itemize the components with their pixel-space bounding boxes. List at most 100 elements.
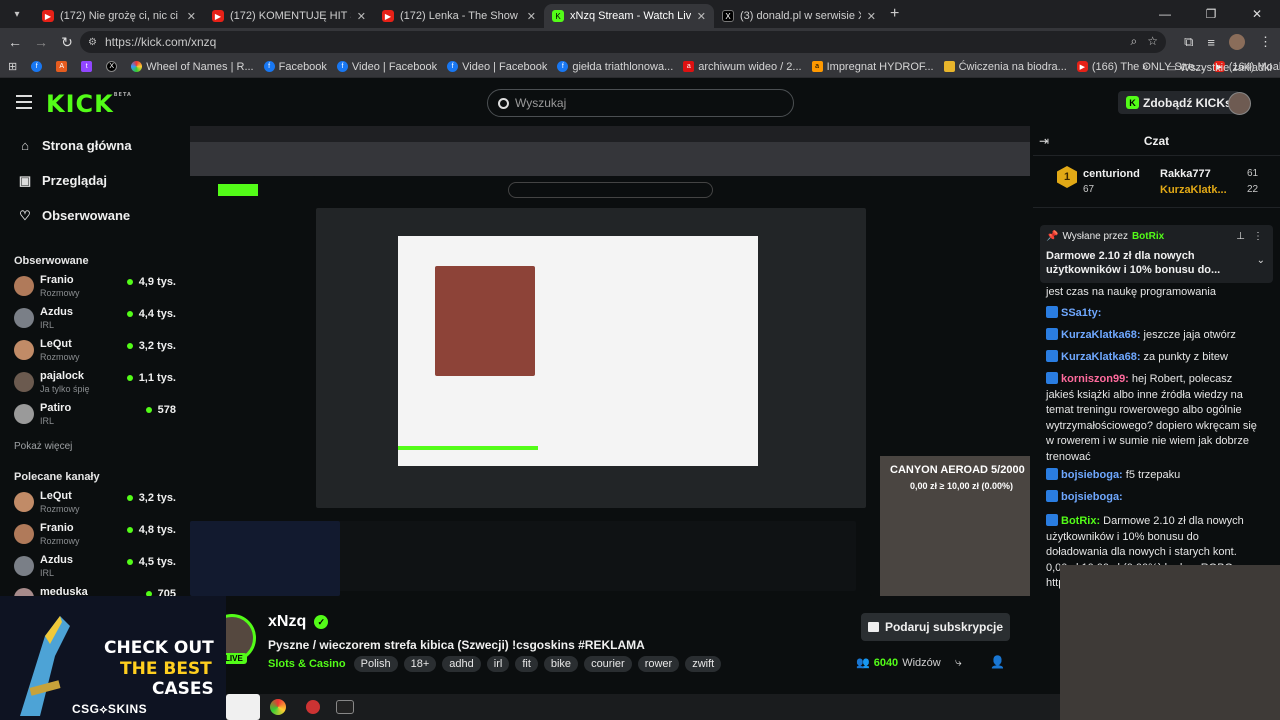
back-icon[interactable]: ← xyxy=(2,34,28,50)
address-bar[interactable]: ⚙ https://kick.com/xnzq ⌕ ☆ xyxy=(80,31,1166,53)
gift-subscription-button[interactable]: Podaruj subskrypcje xyxy=(861,613,1010,641)
streamer-name[interactable]: xNzq ✓ xyxy=(268,613,329,631)
forward-icon[interactable]: → xyxy=(28,34,54,50)
bookmark[interactable]: f Video | Facebook xyxy=(447,61,547,73)
site-info-icon[interactable]: ⚙ xyxy=(88,37,97,48)
stream-tag[interactable]: zwift xyxy=(685,656,722,672)
close-window-icon[interactable]: ✕ xyxy=(1234,0,1280,28)
sidebar-channel[interactable]: pajalock Ja tylko śpię 1,1 tys. xyxy=(0,367,188,399)
stream-tag[interactable]: adhd xyxy=(442,656,481,672)
chat-username[interactable]: korniszon99: xyxy=(1061,373,1129,385)
bookmark[interactable]: A xyxy=(56,61,71,72)
leader-first-name[interactable]: centuriond xyxy=(1083,168,1140,180)
sidebar-channel[interactable]: Patiro IRL 578 xyxy=(0,399,188,431)
media-icon[interactable]: ≡ xyxy=(1207,35,1215,50)
show-more-link[interactable]: Pokaż więcej xyxy=(0,437,188,457)
follow-user-icon[interactable]: 👤 xyxy=(990,655,1005,669)
heart-icon: ♡ xyxy=(19,207,31,223)
channel-viewers: 4,5 tys. xyxy=(126,556,176,568)
close-tab-icon[interactable]: ✕ xyxy=(187,10,196,23)
chat-username[interactable]: BotRix: xyxy=(1061,515,1100,527)
sidebar-channel[interactable]: Franio Rozmowy 4,8 tys. xyxy=(0,519,188,551)
browser-tab[interactable]: ▶ (172) Nie grożę ci, nic ci nie zro ✕ xyxy=(34,4,204,28)
apps-icon[interactable]: ⊞ xyxy=(8,60,17,73)
menu-icon[interactable]: ⋮ xyxy=(1259,34,1272,50)
stream-tag[interactable]: bike xyxy=(543,656,579,672)
chat-username[interactable]: bojsieboga: xyxy=(1061,491,1123,503)
bookmark[interactable]: a Impregnat HYDROF... xyxy=(811,61,934,73)
sidebar-channel[interactable]: LeQut Rozmowy 3,2 tys. xyxy=(0,487,188,519)
stream-tag[interactable]: fit xyxy=(515,656,538,672)
new-tab-icon[interactable]: + xyxy=(890,5,899,23)
get-kicks-button[interactable]: K Zdobądź KICKs xyxy=(1118,91,1240,114)
close-tab-icon[interactable]: ✕ xyxy=(867,10,876,23)
sidebar-channel[interactable]: Azdus IRL 4,5 tys. xyxy=(0,551,188,583)
minimize-icon[interactable]: — xyxy=(1142,0,1188,28)
chevron-down-icon[interactable]: ⌄ xyxy=(1257,255,1265,266)
close-tab-icon[interactable]: ✕ xyxy=(697,10,706,23)
leader-second-name[interactable]: Rakka777 xyxy=(1160,168,1211,180)
sidebar-channel[interactable]: LeQut Rozmowy 3,2 tys. xyxy=(0,335,188,367)
hamburger-menu-icon[interactable] xyxy=(16,95,32,113)
stream-tag[interactable]: Polish xyxy=(353,656,398,672)
more-options-icon[interactable]: ⋮ xyxy=(1253,231,1263,242)
kick-logo[interactable]: KICKBETA xyxy=(46,90,132,118)
bookmark-star-icon[interactable]: ☆ xyxy=(1147,34,1158,49)
bookmark[interactable]: X xyxy=(106,61,121,72)
bookmark[interactable]: f xyxy=(31,61,46,72)
share-icon[interactable]: ⤷ xyxy=(955,655,962,670)
pinned-message[interactable]: 📌 Wysłane przez BotRix Darmowe 2.10 zł d… xyxy=(1040,225,1273,283)
user-avatar[interactable] xyxy=(1228,92,1251,115)
browser-tab-active[interactable]: K xNzq Stream - Watch Live on K ✕ xyxy=(544,4,714,28)
stream-tag[interactable]: rower xyxy=(637,656,680,672)
chat-username[interactable]: KurzaKlatka68: xyxy=(1061,329,1140,341)
captured-address-bar xyxy=(190,142,1030,160)
chat-username[interactable]: bojsieboga: xyxy=(1061,469,1123,481)
bookmark[interactable]: f Video | Facebook xyxy=(336,61,437,73)
browser-tab[interactable]: ▶ (172) KOMENTUJĘ HIT 3 LIGI. S ✕ xyxy=(204,4,374,28)
channel-viewers: 4,9 tys. xyxy=(126,276,176,288)
bookmark[interactable]: t xyxy=(81,61,96,72)
all-bookmarks-folder[interactable]: ▭ Wszystkie zakładki xyxy=(1166,61,1272,74)
unpin-icon[interactable]: ⊥ xyxy=(1236,231,1245,242)
captured-tweet-image xyxy=(435,266,535,376)
reload-icon[interactable]: ↻ xyxy=(54,34,80,51)
sidebar-channel[interactable]: Azdus IRL 4,4 tys. xyxy=(0,303,188,335)
leader-third-name[interactable]: KurzaKlatk... xyxy=(1160,184,1227,196)
chat-text: jeszcze jaja otwórz xyxy=(1140,329,1236,341)
browser-tab[interactable]: ▶ (172) Lenka - The Show (New V ✕ xyxy=(374,4,544,28)
chat-text: jest czas na naukę programowania xyxy=(1046,286,1216,298)
csgoskins-ad[interactable]: CHECK OUT THE BEST CASES CSG⟡SKINS xyxy=(0,596,226,720)
chat-username[interactable]: KurzaKlatka68: xyxy=(1061,351,1140,363)
live-dot-icon xyxy=(126,279,133,285)
bookmark[interactable]: Wheel of Names | R... xyxy=(131,61,254,73)
bookmark[interactable]: a archiwum wideo / 2... xyxy=(683,61,802,73)
bookmark[interactable]: f giełda triathlonowa... xyxy=(557,61,673,73)
tab-search-button[interactable]: ▾ xyxy=(6,3,28,25)
sidebar-channel[interactable]: Franio Rozmowy 4,9 tys. xyxy=(0,271,188,303)
restore-icon[interactable]: ❐ xyxy=(1188,0,1234,28)
close-tab-icon[interactable]: ✕ xyxy=(357,10,366,23)
zoom-icon[interactable]: ⌕ xyxy=(1131,34,1138,49)
nav-following[interactable]: ♡ Obserwowane xyxy=(0,198,188,233)
ad-line-3: CASES xyxy=(152,679,214,699)
search-input[interactable]: Wyszukaj xyxy=(487,89,794,117)
chat-text: f5 trzepaku xyxy=(1122,469,1181,481)
stream-tag[interactable]: 18+ xyxy=(403,656,437,672)
category-link[interactable]: Slots & Casino xyxy=(268,658,346,670)
more-bookmarks-icon[interactable]: » xyxy=(1142,61,1148,73)
nav-browse[interactable]: ▣ Przeglądaj xyxy=(0,163,188,198)
bookmark[interactable]: f Facebook xyxy=(263,61,327,73)
channel-category: Rozmowy xyxy=(40,536,80,546)
browser-tab[interactable]: X (3) donald.pl w serwisie X: „hot ✕ xyxy=(714,4,884,28)
nav-home[interactable]: ⌂ Strona główna xyxy=(0,128,188,163)
bookmark[interactable]: Ćwiczenia na biodra... xyxy=(943,61,1067,73)
extensions-icon[interactable]: ⧉ xyxy=(1184,34,1193,50)
stream-tag[interactable]: courier xyxy=(584,656,632,672)
close-tab-icon[interactable]: ✕ xyxy=(527,10,536,23)
profile-avatar[interactable] xyxy=(1229,34,1245,50)
stream-tag[interactable]: irl xyxy=(486,656,510,672)
chat-username[interactable]: SSa1ty: xyxy=(1061,307,1101,319)
chat-message: KurzaKlatka68: za punkty z bitew xyxy=(1046,350,1258,366)
video-player[interactable]: CANYON AEROAD 5/2000 0,00 zł ≥ 10,00 zł … xyxy=(190,126,1030,596)
